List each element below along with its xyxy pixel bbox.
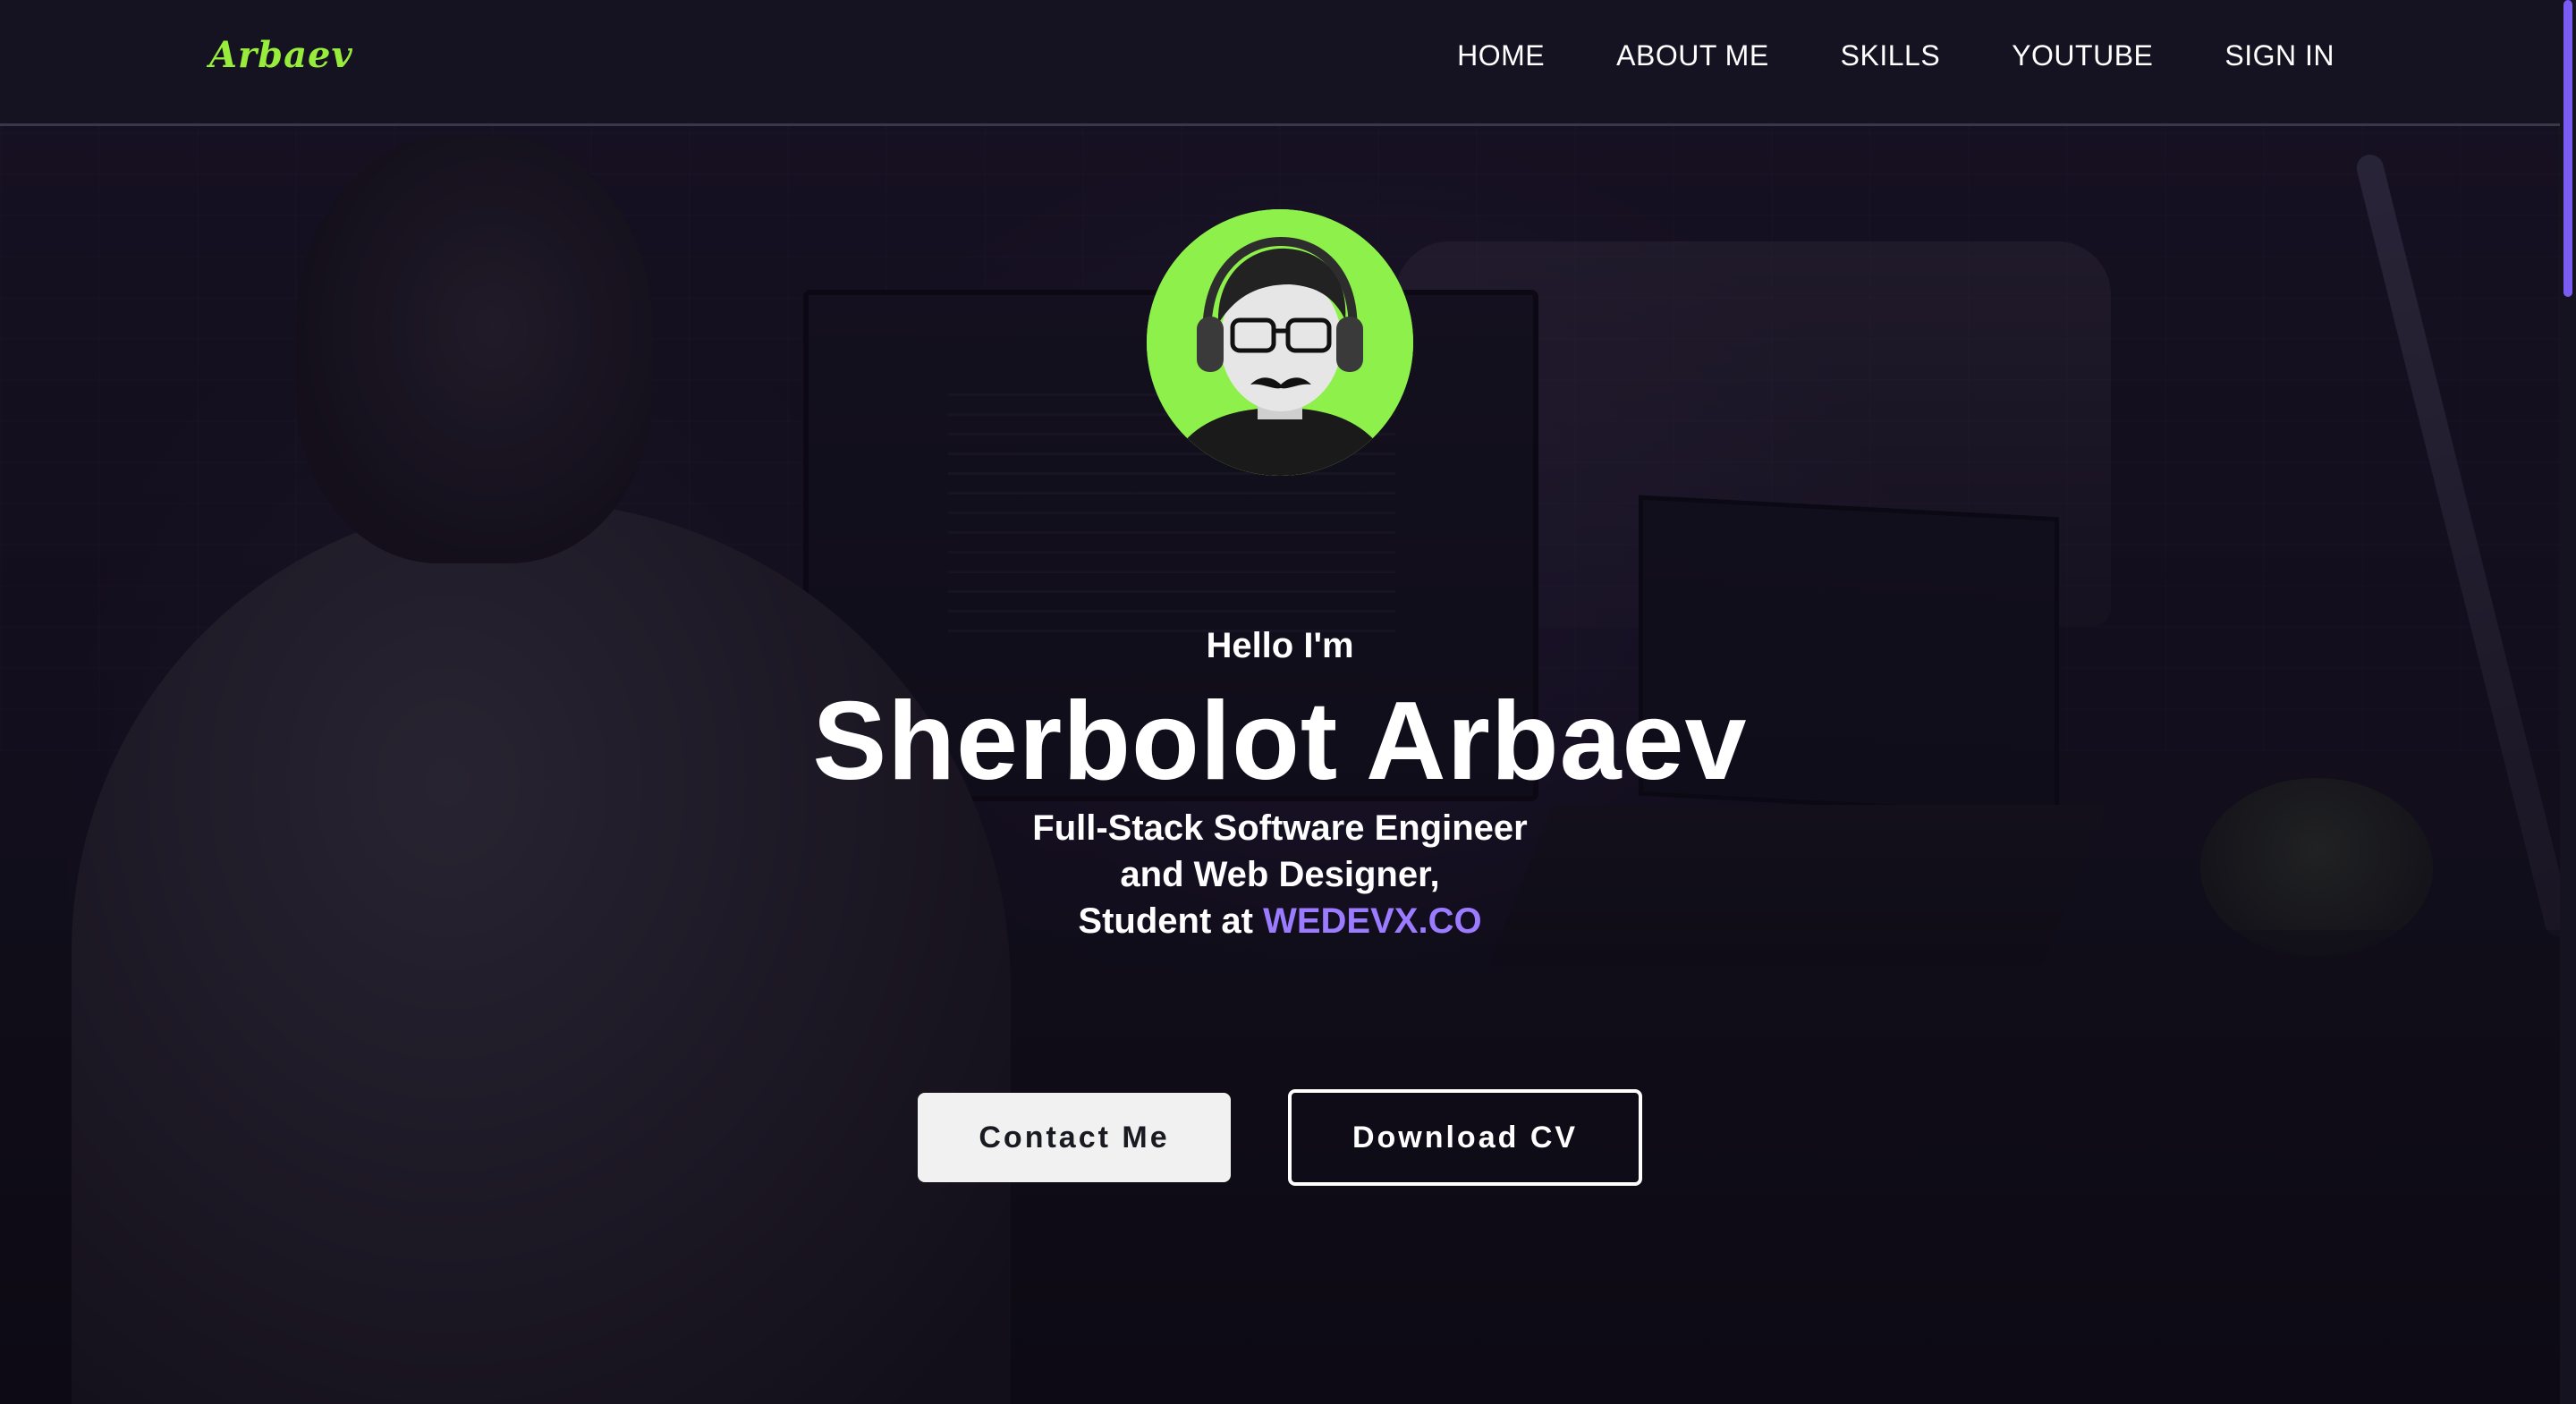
profile-photo-icon [1147, 209, 1413, 476]
tagline-line-2: and Web Designer, [1120, 855, 1440, 894]
scrollbar-thumb[interactable] [2563, 0, 2572, 297]
contact-me-button[interactable]: Contact Me [918, 1093, 1231, 1182]
download-cv-button[interactable]: Download CV [1288, 1089, 1642, 1186]
page: Arbaev HOME ABOUT ME SKILLS YOUTUBE SIGN… [0, 0, 2576, 1404]
nav-link-sign-in[interactable]: SIGN IN [2224, 39, 2334, 72]
avatar [1147, 209, 1413, 476]
navbar: Arbaev HOME ABOUT ME SKILLS YOUTUBE SIGN… [0, 0, 2560, 126]
nav-links: HOME ABOUT ME SKILLS YOUTUBE SIGN IN [1457, 39, 2334, 72]
tagline-line-1: Full-Stack Software Engineer [1032, 808, 1528, 848]
hero-name: Sherbolot Arbaev [812, 680, 1748, 803]
scrollbar[interactable] [2560, 0, 2576, 1404]
nav-link-skills[interactable]: SKILLS [1841, 39, 1941, 72]
tagline-line-3: Student at WEDEVX.CO [0, 898, 2560, 944]
logo[interactable]: Arbaev [209, 34, 353, 76]
hero-section: Hello I'm Sherbolot Arbaev Full-Stack So… [0, 0, 2576, 1404]
tagline-student-at: Student at [1078, 901, 1253, 941]
nav-link-home[interactable]: HOME [1457, 39, 1545, 72]
nav-link-about-me[interactable]: ABOUT ME [1616, 39, 1769, 72]
school-link[interactable]: WEDEVX.CO [1263, 901, 1481, 941]
nav-link-youtube[interactable]: YOUTUBE [2012, 39, 2153, 72]
tagline: Full-Stack Software Engineer and Web Des… [0, 805, 2560, 944]
greeting: Hello I'm [1206, 626, 1354, 665]
